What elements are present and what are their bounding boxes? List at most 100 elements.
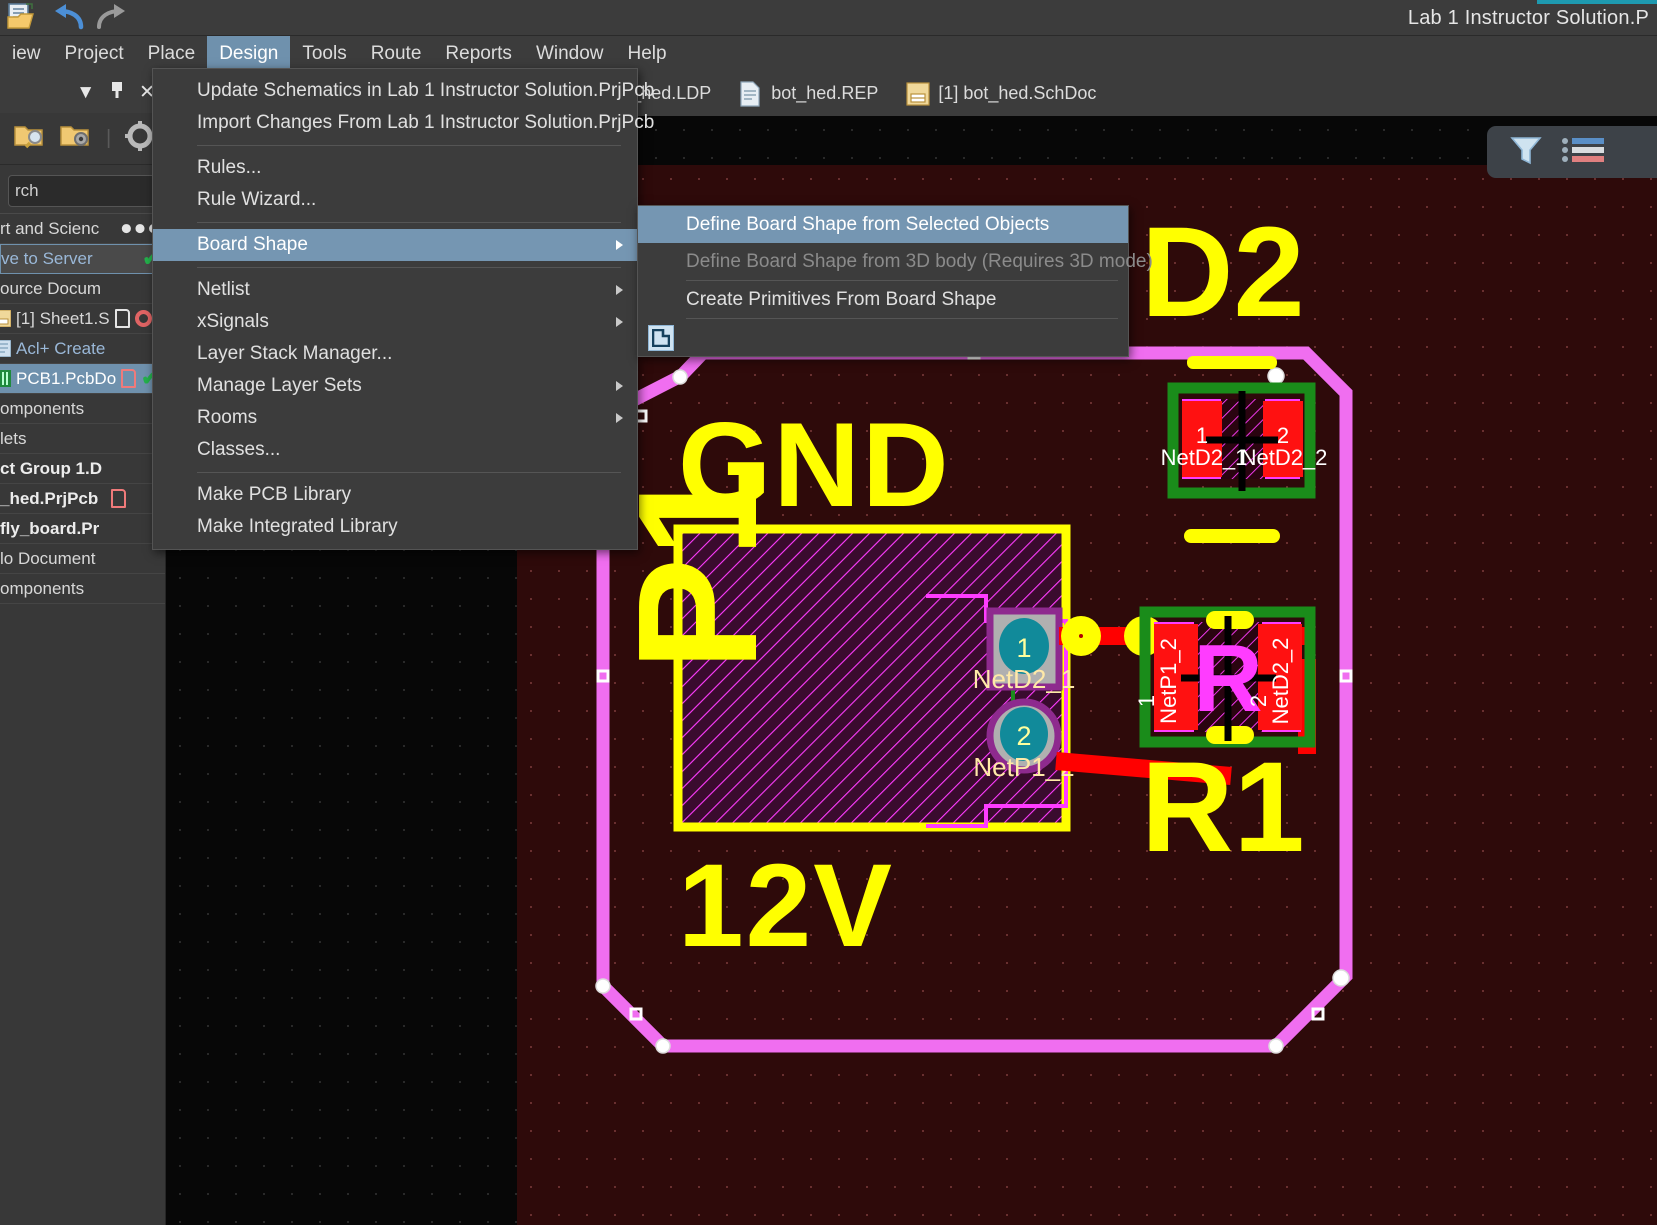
chevron-right-icon	[616, 381, 623, 391]
pad-p1-1[interactable]: 1 NetD2_1	[973, 607, 1076, 694]
search-input[interactable]: rch	[8, 175, 157, 207]
silk-label-r1: R1	[1141, 736, 1305, 879]
list-item-bot-hed-prjpcb[interactable]: _hed.PrjPcb	[0, 484, 165, 514]
menu-reports[interactable]: Reports	[433, 36, 524, 71]
chevron-down-icon[interactable]: ▼	[76, 83, 95, 102]
menu-tools[interactable]: Tools	[290, 36, 358, 71]
submenu-item-define-from-3d-body: Define Board Shape from 3D body (Require…	[686, 250, 1153, 272]
toolbar-divider: |	[106, 127, 112, 149]
menu-item-classes[interactable]: Classes...	[153, 434, 637, 466]
new-doc-icon[interactable]	[4, 1, 44, 35]
panel-toolbar: |	[0, 113, 165, 165]
menu-item-layer-stack-manager[interactable]: Layer Stack Manager...	[153, 338, 637, 370]
pad-net-d2-2: NetD2_2	[1241, 445, 1328, 470]
menu-separator	[197, 472, 621, 473]
settings-gear-icon[interactable]	[125, 121, 156, 156]
menu-item-import-changes[interactable]: Import Changes From Lab 1 Instructor Sol…	[153, 107, 654, 139]
tab-bot-hed-schdoc[interactable]: [1] bot_hed.SchDoc	[892, 71, 1110, 116]
chevron-right-icon	[616, 285, 623, 295]
projects-panel: ▼ ✕ | rch rt and Scienc ●●● ve to Server…	[0, 71, 166, 1225]
quick-access-toolbar[interactable]	[4, 0, 132, 36]
page-icon	[114, 309, 130, 328]
title-bar: Lab 1 Instructor Solution.P	[0, 0, 1657, 36]
pcb-doc-icon	[0, 370, 11, 387]
component-r1[interactable]: R NetP1_2 1 NetD2_2 2 R1	[1134, 606, 1316, 879]
menu-view[interactable]: iew	[0, 36, 53, 71]
pad-net-r1-2: NetD2_2	[1268, 638, 1293, 725]
menu-project[interactable]: Project	[53, 36, 136, 71]
board-shape-submenu[interactable]: Define Board Shape from Selected Objects…	[637, 205, 1153, 357]
redo-icon[interactable]	[92, 1, 132, 35]
accent-stripe	[1537, 0, 1657, 4]
submenu-item-define-from-selected-objects[interactable]: Define Board Shape from Selected Objects	[638, 206, 1128, 243]
menu-item-rooms[interactable]: Rooms	[153, 402, 637, 434]
menu-item-xsignals[interactable]: xSignals	[153, 306, 637, 338]
menu-item-board-shape[interactable]: Board Shape	[153, 229, 637, 261]
undo-icon[interactable]	[48, 1, 88, 35]
menu-separator	[197, 222, 621, 223]
sch-doc-icon	[0, 309, 12, 328]
design-dropdown-menu[interactable]: Update Schematics in Lab 1 Instructor So…	[152, 68, 654, 550]
pad-number-r1-2: 2	[1246, 695, 1271, 707]
list-item-sheet1[interactable]: [1] Sheet1.S	[0, 304, 165, 334]
menu-item-netlist[interactable]: Netlist	[153, 274, 637, 306]
sch-doc-icon	[0, 339, 12, 358]
canvas-filter-toolbar[interactable]	[1487, 126, 1657, 178]
silk-label-d2: D2	[1141, 201, 1305, 344]
window-title: Lab 1 Instructor Solution.P	[1407, 7, 1649, 29]
chevron-right-icon	[616, 317, 623, 327]
menu-separator	[197, 267, 621, 268]
status-ring-icon	[134, 310, 152, 327]
list-item-fly-board[interactable]: fly_board.Pr	[0, 514, 165, 544]
tab-bot-hed-rep[interactable]: bot_hed.REP	[725, 71, 892, 116]
submenu-item-create-primitives[interactable]: Create Primitives From Board Shape	[638, 281, 1128, 318]
menu-design[interactable]: Design	[207, 36, 291, 71]
panel-header: ▼ ✕	[0, 71, 165, 113]
list-item-pcb1-pcbdoc[interactable]: PCB1.PcbDo ✔	[0, 364, 165, 394]
menu-place[interactable]: Place	[136, 36, 208, 71]
layer-list-icon[interactable]	[1561, 133, 1607, 172]
silk-label-gnd: GND	[678, 398, 951, 532]
menu-window[interactable]: Window	[524, 36, 616, 71]
project-options-icon[interactable]	[60, 122, 92, 155]
list-item-components-2[interactable]: omponents	[0, 574, 165, 604]
board-cutout-icon	[648, 324, 674, 351]
chevron-right-icon	[616, 413, 623, 423]
list-item-project-group[interactable]: ct Group 1.D	[0, 454, 165, 484]
submenu-item-define-board-cutout[interactable]	[638, 319, 1128, 356]
menu-bar: iew Project Place Design Tools Route Rep…	[0, 36, 1657, 71]
menu-item-make-integrated-library[interactable]: Make Integrated Library	[153, 511, 637, 543]
altium-designer-window: Lab 1 Instructor Solution.P iew Project …	[0, 0, 1657, 1225]
pad-number-p1-1: 1	[1016, 633, 1031, 663]
component-d2[interactable]: D2 1 NetD2_1 2 NetD2_2	[1141, 201, 1327, 543]
pad-net-d2-1: NetD2_1	[1161, 445, 1248, 470]
menu-route[interactable]: Route	[359, 36, 434, 71]
open-project-icon[interactable]	[14, 122, 46, 155]
menu-separator	[197, 145, 621, 146]
list-item-save-to-server[interactable]: ve to Server ✔	[0, 244, 165, 274]
pad-number-p1-2: 2	[1016, 721, 1031, 751]
menu-item-update-schematics[interactable]: Update Schematics in Lab 1 Instructor So…	[153, 75, 654, 107]
list-item-source-documents[interactable]: ource Docum	[0, 274, 165, 304]
pin-icon[interactable]	[109, 81, 125, 103]
list-item-nets[interactable]: lets	[0, 424, 165, 454]
list-item-components-1[interactable]: omponents	[0, 394, 165, 424]
menu-help[interactable]: Help	[616, 36, 679, 71]
list-item-acl-create[interactable]: Acl+ Create	[0, 334, 165, 364]
menu-item-manage-layer-sets[interactable]: Manage Layer Sets	[153, 370, 637, 402]
list-item-art-and-science[interactable]: rt and Scienc ●●●	[0, 214, 165, 244]
silk-label-12v: 12V	[678, 840, 894, 972]
list-item-no-document[interactable]: lo Document	[0, 544, 165, 574]
sch-doc-icon	[906, 81, 930, 107]
page-icon	[111, 489, 127, 508]
menu-item-make-pcb-library[interactable]: Make PCB Library	[153, 479, 637, 511]
silk-glyph-r: R	[1193, 625, 1262, 732]
text-doc-icon	[739, 80, 763, 107]
chevron-right-icon	[616, 240, 623, 250]
menu-item-rules[interactable]: Rules...	[153, 152, 637, 184]
pad-net-p1-1: NetD2_1	[973, 664, 1076, 694]
filter-funnel-icon[interactable]	[1509, 133, 1543, 172]
page-icon	[121, 369, 137, 388]
menu-item-rule-wizard[interactable]: Rule Wizard...	[153, 184, 637, 216]
pad-number-r1-1: 1	[1134, 695, 1159, 707]
